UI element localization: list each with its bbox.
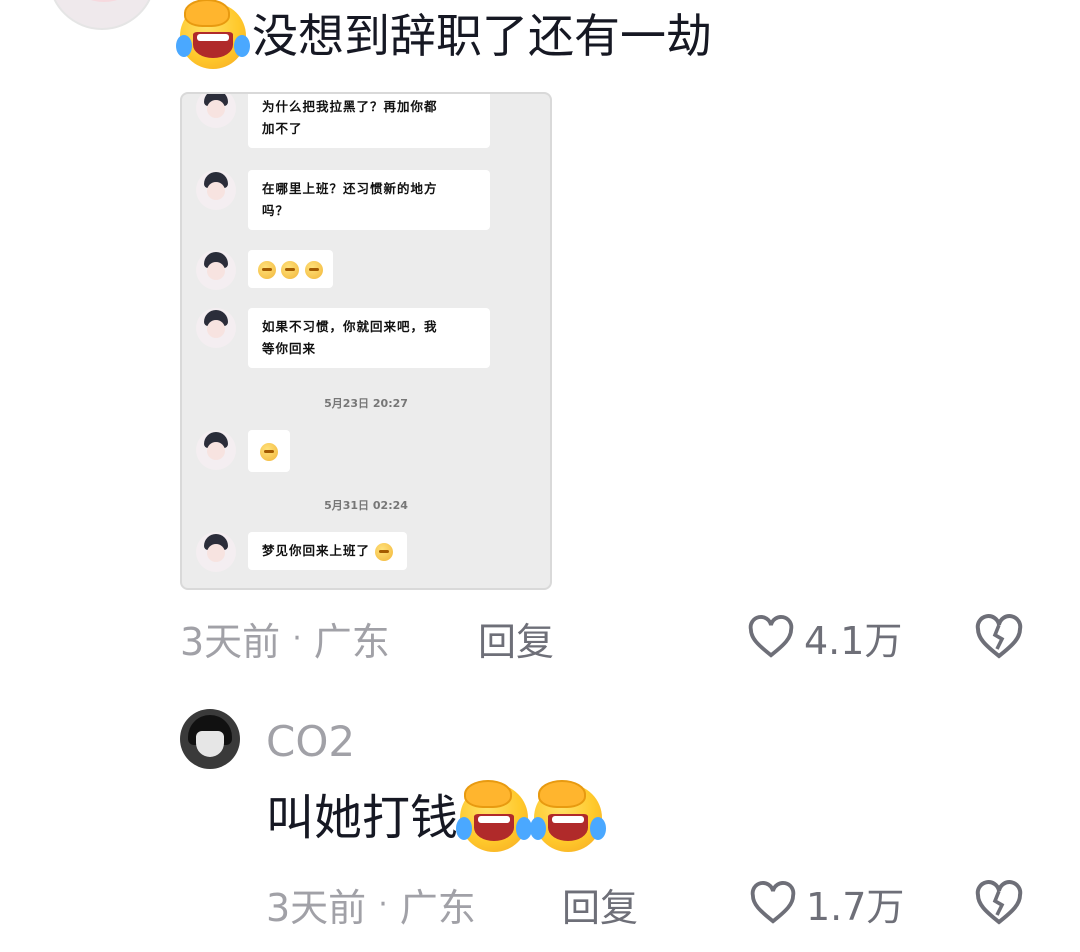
pleading-emoji-icon xyxy=(304,260,323,279)
chat-message: 在哪里上班？还习惯新的地方 吗？ xyxy=(196,170,540,230)
chat-message: 如果不习惯，你就回来吧，我 等你回来 xyxy=(196,308,540,368)
chat-message: 梦见你回来上班了 xyxy=(196,532,540,572)
pleading-emoji-icon xyxy=(260,442,278,461)
comment-text: 没想到辞职了还有一劫 xyxy=(252,9,712,63)
chat-avatar xyxy=(196,430,236,470)
facepalm-crying-emoji-icon xyxy=(176,0,250,69)
chat-message xyxy=(196,250,540,290)
like-count: 4.1万 xyxy=(804,618,903,663)
comment-time: 3天前 xyxy=(180,619,281,664)
reply-body: 叫她打钱 xyxy=(266,779,607,854)
chat-avatar xyxy=(196,532,236,572)
meta-separator: · xyxy=(292,620,302,656)
comment-location: 广东 xyxy=(313,619,390,664)
chat-line: 等你回来 xyxy=(262,341,317,356)
chat-line: 加不了 xyxy=(262,121,303,136)
chat-line: 梦见你回来上班了 xyxy=(262,543,371,558)
reply-location: 广东 xyxy=(399,885,476,930)
chat-line: 为什么把我拉黑了？再加你都 xyxy=(262,99,438,114)
pleading-emoji-icon xyxy=(375,542,394,561)
reply-reply-button[interactable]: 回复 xyxy=(562,878,638,930)
chat-message xyxy=(196,430,540,472)
chat-bubble: 如果不习惯，你就回来吧，我 等你回来 xyxy=(248,308,490,368)
like-button[interactable]: 4.1万 xyxy=(748,610,902,664)
chat-timestamp: 5月31日 02:24 xyxy=(324,499,408,512)
chat-avatar xyxy=(196,308,236,348)
heart-outline-icon xyxy=(748,615,794,659)
facepalm-crying-emoji-icon xyxy=(529,779,607,852)
chat-line: 吗？ xyxy=(262,203,290,218)
chat-timestamp: 5月23日 20:27 xyxy=(324,397,408,410)
commenter-avatar[interactable] xyxy=(48,0,156,30)
chat-bubble xyxy=(248,250,333,288)
heart-outline-icon xyxy=(750,881,796,925)
reply-user-avatar[interactable] xyxy=(180,709,240,769)
chat-bubble: 为什么把我拉黑了？再加你都 加不了 xyxy=(248,94,490,148)
chat-bubble: 梦见你回来上班了 xyxy=(248,532,408,570)
chat-message: 为什么把我拉黑了？再加你都 加不了 xyxy=(196,94,540,148)
chat-line: 如果不习惯，你就回来吧，我 xyxy=(262,319,438,334)
chat-line: 在哪里上班？还习惯新的地方 xyxy=(262,181,438,196)
reply-like-count: 1.7万 xyxy=(806,884,905,929)
pleading-emoji-icon xyxy=(281,260,300,279)
chat-bubble: 在哪里上班？还习惯新的地方 吗？ xyxy=(248,170,490,230)
broken-heart-icon xyxy=(975,880,1023,926)
chat-avatar xyxy=(196,94,236,128)
reply-button[interactable]: 回复 xyxy=(478,612,554,664)
comment-body: 没想到辞职了还有一劫 xyxy=(176,0,712,69)
chat-avatar xyxy=(196,170,236,210)
chat-bubble xyxy=(248,430,290,472)
broken-heart-icon xyxy=(975,614,1023,660)
reply-time: 3天前 xyxy=(266,885,367,930)
meta-separator: · xyxy=(378,886,388,922)
reply-meta: 3天前 · 广东 xyxy=(266,878,476,930)
dislike-button[interactable] xyxy=(975,614,1023,660)
reply-text: 叫她打钱 xyxy=(266,790,459,846)
reply-dislike-button[interactable] xyxy=(975,880,1023,926)
comment-attached-image[interactable]: 为什么把我拉黑了？再加你都 加不了 在哪里上班？还习惯新的地方 吗？ 如果不习惯… xyxy=(180,92,552,590)
chat-avatar xyxy=(196,250,236,290)
reply-username[interactable]: CO2 xyxy=(266,716,355,768)
comment-meta: 3天前 · 广东 xyxy=(180,612,390,664)
reply-like-button[interactable]: 1.7万 xyxy=(750,876,904,930)
pleading-emoji-icon xyxy=(258,260,276,279)
facepalm-crying-emoji-icon xyxy=(455,779,533,852)
